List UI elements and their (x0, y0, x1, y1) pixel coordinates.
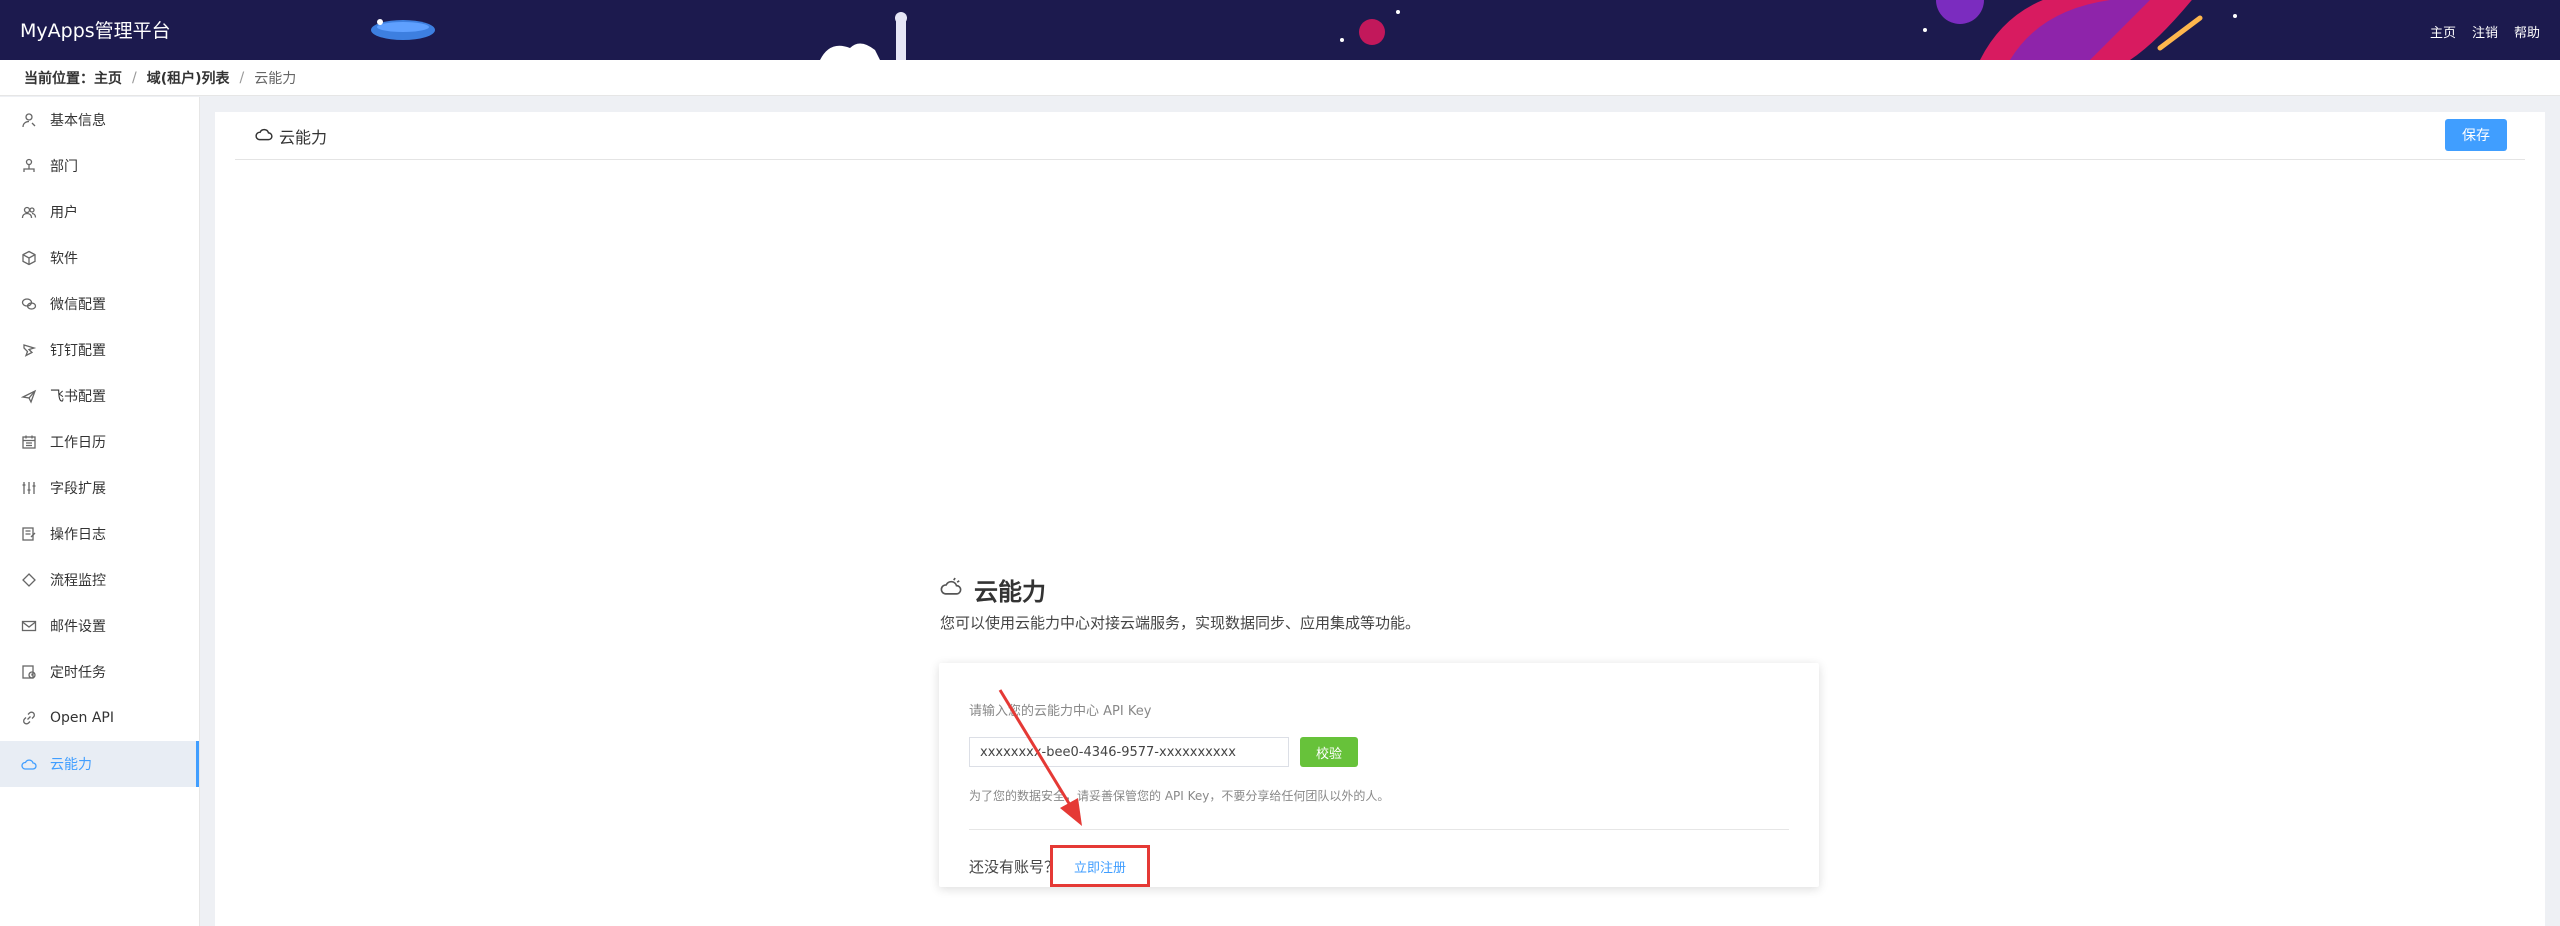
sliders-icon (20, 479, 38, 497)
sidebar-item-label: 微信配置 (50, 297, 106, 313)
cloud-description: 您可以使用云能力中心对接云端服务，实现数据同步、应用集成等功能。 (940, 614, 1421, 632)
sidebar-item-dingtalk[interactable]: 钉钉配置 (0, 327, 199, 373)
nav-logout-link[interactable]: 注销 (2472, 22, 2498, 41)
sidebar-item-label: 软件 (50, 251, 78, 267)
sidebar-item-label: 部门 (50, 159, 78, 175)
mail-icon (20, 617, 38, 635)
api-key-card: 请输入您的云能力中心 API Key 校验 为了您的数据安全，请妥善保管您的 A… (939, 663, 1819, 887)
header-nav: 主页 注销 帮助 (2430, 22, 2540, 41)
breadcrumb-list[interactable]: 域(租户)列表 (147, 68, 230, 88)
api-key-label: 请输入您的云能力中心 API Key (969, 704, 1152, 719)
sidebar-item-flow-monitor[interactable]: 流程监控 (0, 557, 199, 603)
feishu-icon (20, 387, 38, 405)
no-account-text: 还没有账号？ (969, 858, 1060, 876)
api-key-input[interactable] (969, 737, 1289, 767)
sidebar-item-basic-info[interactable]: 基本信息 (0, 97, 199, 143)
link-icon (20, 709, 38, 727)
breadcrumb-prefix: 当前位置： (24, 70, 94, 87)
api-key-hint: 为了您的数据安全，请妥善保管您的 API Key，不要分享给任何团队以外的人。 (969, 789, 1390, 803)
verify-button[interactable]: 校验 (1300, 737, 1358, 767)
breadcrumb-current: 云能力 (254, 70, 297, 87)
sidebar-item-label: Open API (50, 710, 114, 726)
sidebar-item-label: 定时任务 (50, 665, 106, 681)
cloud-heading-text: 云能力 (974, 578, 1046, 606)
cube-icon (20, 249, 38, 267)
cloud-icon (20, 755, 38, 773)
sidebar-item-op-log[interactable]: 操作日志 (0, 511, 199, 557)
log-icon (20, 525, 38, 543)
register-highlight-box: 立即注册 (1050, 845, 1150, 887)
sidebar-item-label: 操作日志 (50, 527, 106, 543)
sidebar-item-scheduled-task[interactable]: 定时任务 (0, 649, 199, 695)
sidebar-item-feishu[interactable]: 飞书配置 (0, 373, 199, 419)
top-header: MyApps管理平台 主页 注销 帮助 (0, 0, 2560, 60)
wechat-icon (20, 295, 38, 313)
divider (969, 829, 1789, 830)
sidebar-item-label: 云能力 (50, 757, 92, 773)
sidebar-item-mail[interactable]: 邮件设置 (0, 603, 199, 649)
sidebar-item-department[interactable]: 部门 (0, 143, 199, 189)
sidebar-item-label: 邮件设置 (50, 619, 106, 635)
task-icon (20, 663, 38, 681)
save-button[interactable]: 保存 (2445, 119, 2507, 151)
sidebar-item-label: 钉钉配置 (50, 343, 106, 359)
breadcrumb-home[interactable]: 主页 (94, 68, 122, 88)
sidebar-item-cloud[interactable]: 云能力 (0, 741, 199, 787)
user-icon (20, 111, 38, 129)
diamond-icon (20, 571, 38, 589)
panel-title-text: 云能力 (279, 128, 328, 147)
nav-help-link[interactable]: 帮助 (2514, 22, 2540, 41)
breadcrumb: 当前位置： 主页 / 域(租户)列表 / 云能力 (0, 60, 2560, 96)
sidebar-item-label: 流程监控 (50, 573, 106, 589)
users-icon (20, 203, 38, 221)
sidebar-item-users[interactable]: 用户 (0, 189, 199, 235)
app-brand: MyApps管理平台 (20, 20, 171, 42)
calendar-icon (20, 433, 38, 451)
breadcrumb-separator: / (239, 69, 245, 86)
cloud-heading: 云能力 (940, 572, 1046, 607)
breadcrumb-separator: / (132, 69, 137, 86)
cloud-icon (940, 576, 962, 604)
panel-header: 云能力 保存 (235, 112, 2525, 160)
sidebar-item-label: 用户 (50, 205, 78, 221)
header-illustration (371, 0, 2237, 60)
dingtalk-icon (20, 341, 38, 359)
sidebar-item-wechat[interactable]: 微信配置 (0, 281, 199, 327)
sidebar-item-calendar[interactable]: 工作日历 (0, 419, 199, 465)
sidebar: 基本信息 部门 用户 软件 微信配置 钉钉配置 飞书配置 工作日历 字段扩展 操… (0, 97, 200, 926)
sidebar-item-label: 飞书配置 (50, 389, 106, 405)
sidebar-item-open-api[interactable]: Open API (0, 695, 199, 741)
sidebar-item-label: 工作日历 (50, 435, 106, 451)
cloud-icon (255, 125, 273, 147)
sidebar-item-software[interactable]: 软件 (0, 235, 199, 281)
register-link[interactable]: 立即注册 (1074, 857, 1126, 876)
panel-title: 云能力 (255, 124, 327, 148)
org-icon (20, 157, 38, 175)
nav-home-link[interactable]: 主页 (2430, 22, 2456, 41)
sidebar-item-label: 基本信息 (50, 113, 106, 129)
sidebar-item-label: 字段扩展 (50, 481, 106, 497)
sidebar-item-field-ext[interactable]: 字段扩展 (0, 465, 199, 511)
